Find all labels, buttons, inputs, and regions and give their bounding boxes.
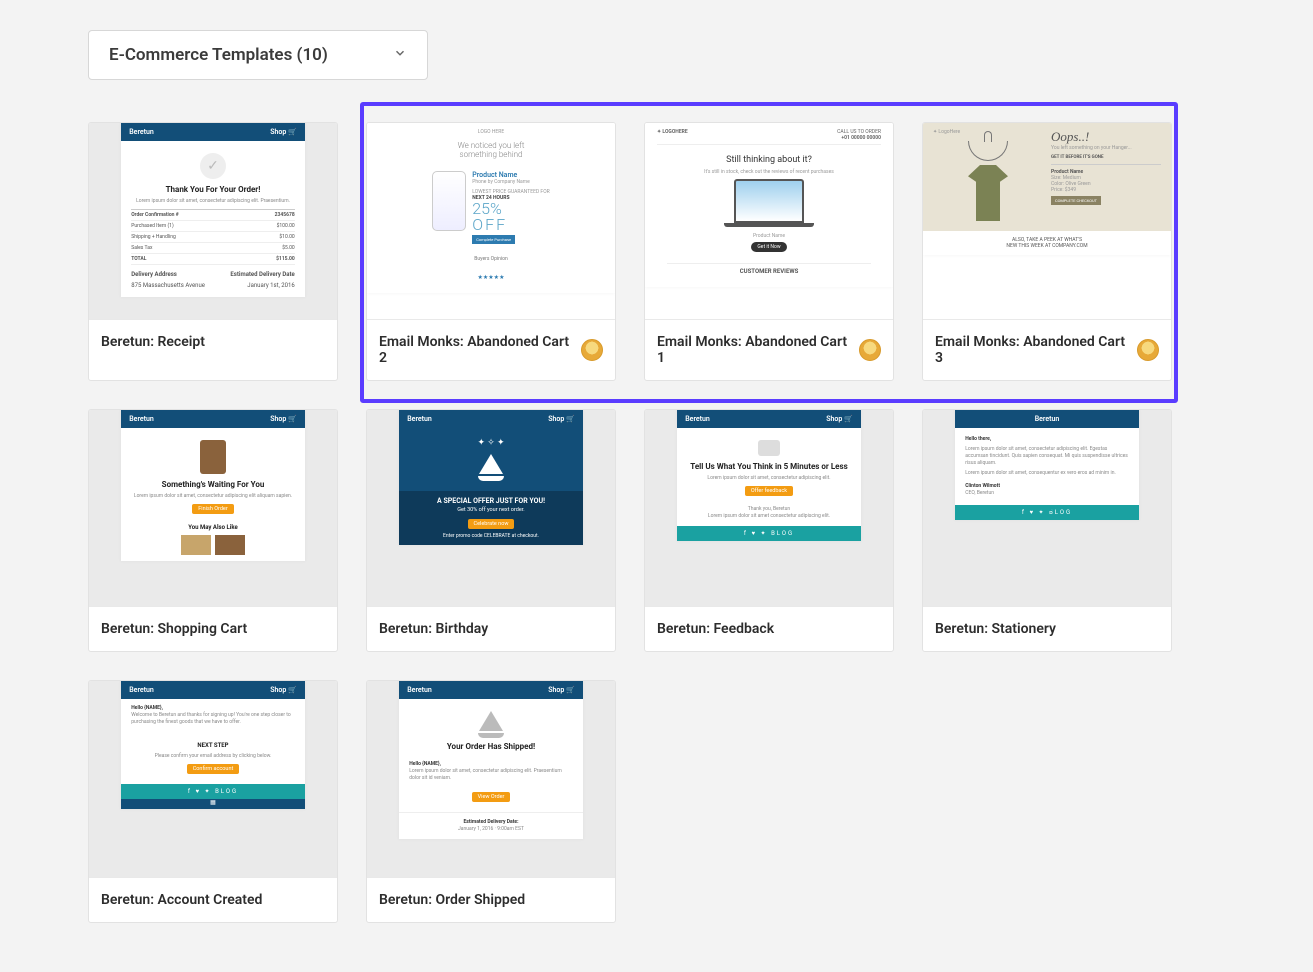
author-badge-icon [859,339,881,361]
template-card-order-shipped[interactable]: BeretunShop 🛒 Your Order Has Shipped! He… [366,680,616,923]
template-card-account-created[interactable]: BeretunShop 🛒 Hello {NAME}, Welcome to B… [88,680,338,923]
template-title: Beretun: Order Shipped [379,892,525,908]
template-thumbnail: Beretun Hello there, Lorem ipsum dolor s… [923,410,1171,606]
template-thumbnail: BeretunShop 🛒 Something's Waiting For Yo… [89,410,337,606]
template-thumbnail: ✦ LogoHere Oops..! You left something on… [923,123,1171,319]
template-title: Beretun: Feedback [657,621,774,637]
author-badge-icon [1137,339,1159,361]
template-thumbnail: BeretunShop 🛒 ✦ ✧ ✦ A SPECIAL OFFER JUST… [367,410,615,606]
template-title: Beretun: Receipt [101,334,205,350]
template-card-feedback[interactable]: BeretunShop 🛒 Tell Us What You Think in … [644,409,894,652]
template-thumbnail: BeretunShop 🛒 Hello {NAME}, Welcome to B… [89,681,337,877]
chevron-down-icon [393,45,407,65]
template-card-abandoned-2[interactable]: LOGO HERE We noticed you leftsomething b… [366,122,616,381]
template-card-shopping-cart[interactable]: BeretunShop 🛒 Something's Waiting For Yo… [88,409,338,652]
template-thumbnail: LOGO HERE We noticed you leftsomething b… [367,123,615,319]
template-title: Beretun: Shopping Cart [101,621,247,637]
template-card-abandoned-3[interactable]: ✦ LogoHere Oops..! You left something on… [922,122,1172,381]
template-thumbnail: BeretunShop 🛒 ✓ Thank You For Your Order… [89,123,337,319]
template-title: Beretun: Stationery [935,621,1056,637]
highlighted-templates: LOGO HERE We noticed you leftsomething b… [360,102,1178,403]
template-grid: BeretunShop 🛒 ✓ Thank You For Your Order… [88,122,1225,923]
template-title: Email Monks: Abandoned Cart 2 [379,334,573,366]
template-card-birthday[interactable]: BeretunShop 🛒 ✦ ✧ ✦ A SPECIAL OFFER JUST… [366,409,616,652]
template-thumbnail: ✦ LOGOHERE CALL US TO ORDER+01 00000 000… [645,123,893,319]
template-card-stationery[interactable]: Beretun Hello there, Lorem ipsum dolor s… [922,409,1172,652]
author-badge-icon [581,339,603,361]
template-title: Email Monks: Abandoned Cart 1 [657,334,851,366]
template-thumbnail: BeretunShop 🛒 Tell Us What You Think in … [645,410,893,606]
template-title: Email Monks: Abandoned Cart 3 [935,334,1129,366]
category-dropdown[interactable]: E-Commerce Templates (10) [88,30,428,80]
template-card-receipt[interactable]: BeretunShop 🛒 ✓ Thank You For Your Order… [88,122,338,381]
template-title: Beretun: Birthday [379,621,488,637]
template-title: Beretun: Account Created [101,892,262,908]
template-card-abandoned-1[interactable]: ✦ LOGOHERE CALL US TO ORDER+01 00000 000… [644,122,894,381]
template-thumbnail: BeretunShop 🛒 Your Order Has Shipped! He… [367,681,615,877]
dropdown-label: E-Commerce Templates (10) [109,45,328,65]
